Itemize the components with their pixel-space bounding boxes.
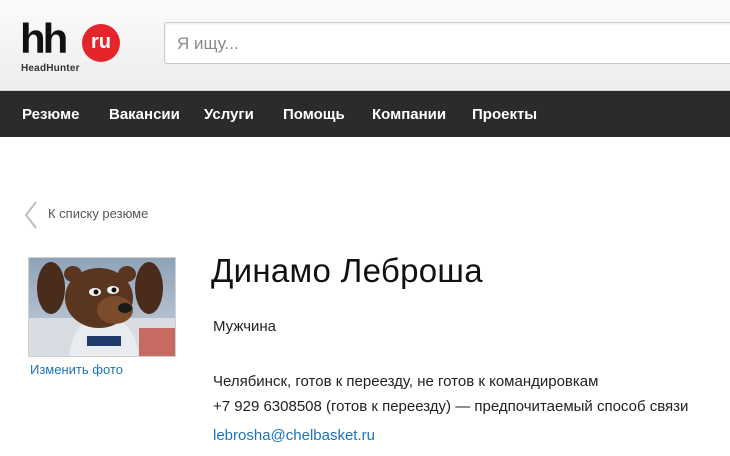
email-link[interactable]: lebrosha@chelbasket.ru bbox=[213, 427, 375, 444]
nav-item-resume[interactable]: Резюме bbox=[22, 106, 79, 123]
back-chevron-icon bbox=[24, 201, 37, 229]
gender-text: Мужчина bbox=[213, 318, 277, 335]
nav-item-vacancies[interactable]: Вакансии bbox=[109, 106, 180, 123]
main-nav: Резюме Вакансии Услуги Помощь Компании П… bbox=[0, 91, 730, 137]
back-link-label: К списку резюме bbox=[48, 206, 149, 221]
nav-item-services[interactable]: Услуги bbox=[204, 106, 254, 123]
search-input[interactable] bbox=[177, 33, 717, 55]
location-text: Челябинск, готов к переезду, не готов к … bbox=[213, 373, 599, 390]
site-header: hh ru HeadHunter bbox=[0, 0, 730, 91]
change-photo-link[interactable]: Изменить фото bbox=[30, 362, 123, 377]
hh-logo[interactable]: hh ru HeadHunter bbox=[20, 18, 130, 78]
nav-item-help[interactable]: Помощь bbox=[283, 106, 345, 123]
nav-item-companies[interactable]: Компании bbox=[372, 106, 446, 123]
resume-name: Динамо Леброша bbox=[211, 252, 483, 289]
logo-wordmark: hh bbox=[20, 15, 68, 62]
search-box[interactable] bbox=[164, 22, 730, 64]
phone-text: +7 929 6308508 (готов к переезду) — пред… bbox=[213, 398, 689, 415]
logo-subtitle: HeadHunter bbox=[21, 63, 80, 74]
logo-ru-badge: ru bbox=[82, 24, 120, 62]
profile-photo bbox=[28, 257, 176, 357]
mascot-photo bbox=[29, 258, 175, 356]
nav-item-projects[interactable]: Проекты bbox=[472, 106, 537, 123]
